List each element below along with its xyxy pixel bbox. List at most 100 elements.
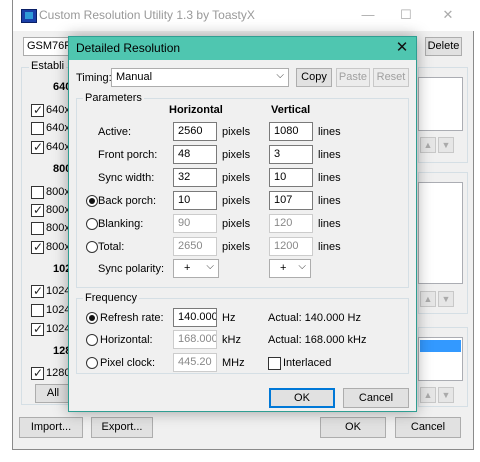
parameter-mode-radio[interactable]	[86, 195, 98, 207]
resolution-label: 1024	[46, 285, 71, 297]
vertical-unit: lines	[318, 126, 341, 138]
horizontal-value-input[interactable]: 2560	[173, 122, 217, 141]
chevron-down-icon: ⌵	[298, 261, 306, 272]
resolution-label: 800x	[46, 241, 70, 253]
chevron-down-icon: ⌵	[206, 261, 214, 272]
horizontal-value-input[interactable]: 2650	[173, 237, 217, 256]
refresh-rate-actual: Actual: 140.000 Hz	[268, 312, 361, 324]
parameter-label: Blanking:	[98, 218, 144, 230]
resolution-checkbox[interactable]	[31, 103, 44, 117]
horizontal-freq-input[interactable]: 168.000	[173, 330, 217, 349]
main-cancel-button[interactable]: Cancel	[395, 417, 461, 438]
resolution-label: 640x	[46, 104, 70, 116]
dialog-cancel-button[interactable]: Cancel	[343, 388, 409, 408]
horizontal-unit: pixels	[222, 218, 251, 230]
move-up-button[interactable]: ▲	[420, 387, 436, 403]
maximize-icon[interactable]: ☐	[391, 4, 421, 26]
detailed-resolution-dialog: Detailed Resolution ✕ Timing: Manual ⌵ C…	[68, 36, 417, 412]
pixel-clock-input[interactable]: 445.20	[173, 353, 217, 372]
horizontal-unit: pixels	[222, 172, 251, 184]
right-list-1[interactable]	[418, 77, 463, 131]
vertical-value-input[interactable]: 120	[269, 214, 313, 233]
pixel-clock-unit: MHz	[222, 357, 245, 369]
timing-label: Timing:	[76, 72, 112, 84]
resolution-label: 640x	[46, 122, 70, 134]
horizontal-value-input[interactable]: 10	[173, 191, 217, 210]
resolution-checkbox[interactable]	[31, 240, 44, 254]
pixel-clock-radio[interactable]	[86, 357, 98, 369]
parameters-group-title: Parameters	[83, 92, 144, 104]
interlaced-checkbox[interactable]	[268, 357, 281, 370]
pixel-clock-label: Pixel clock:	[100, 357, 156, 369]
vertical-value-input[interactable]: 1080	[269, 122, 313, 141]
dialog-ok-button[interactable]: OK	[269, 388, 335, 408]
horizontal-value-input[interactable]: 48	[173, 145, 217, 164]
reset-button[interactable]: Reset	[373, 68, 409, 87]
move-up-button[interactable]: ▲	[420, 137, 436, 153]
horizontal-unit: pixels	[222, 241, 251, 253]
move-down-button[interactable]: ▼	[438, 137, 454, 153]
horizontal-value-input[interactable]: 32	[173, 168, 217, 187]
resolution-checkbox[interactable]	[31, 366, 44, 380]
timing-select-value: Manual	[116, 71, 153, 83]
vertical-value-input[interactable]: 10	[269, 168, 313, 187]
resolution-checkbox[interactable]	[31, 222, 44, 235]
right-list-3[interactable]	[418, 337, 463, 381]
resolution-checkbox[interactable]	[31, 284, 44, 298]
move-down-button[interactable]: ▼	[438, 291, 454, 307]
parameter-label: Front porch:	[98, 149, 158, 161]
resolution-checkbox[interactable]	[31, 322, 44, 336]
dialog-titlebar: Detailed Resolution ✕	[69, 37, 416, 60]
export-button[interactable]: Export...	[91, 417, 153, 438]
timing-select[interactable]: Manual ⌵	[111, 68, 289, 87]
established-group-title: Establi	[29, 60, 67, 72]
selected-list-row[interactable]	[420, 340, 461, 352]
refresh-rate-radio[interactable]	[86, 312, 98, 324]
resolution-checkbox[interactable]	[31, 122, 44, 135]
horizontal-unit: pixels	[222, 149, 251, 161]
main-ok-button[interactable]: OK	[320, 417, 386, 438]
monitor-select[interactable]: GSM76FE	[23, 37, 71, 56]
horizontal-freq-radio[interactable]	[86, 334, 98, 346]
vertical-value-input[interactable]: 1200	[269, 237, 313, 256]
import-button[interactable]: Import...	[19, 417, 83, 438]
resolution-checkbox[interactable]	[31, 203, 44, 217]
parameter-label: Sync width:	[98, 172, 155, 184]
vertical-polarity-select[interactable]: + ⌵	[269, 259, 311, 278]
minimize-icon[interactable]: —	[353, 4, 383, 26]
vertical-unit: lines	[318, 149, 341, 161]
horizontal-polarity-select[interactable]: + ⌵	[173, 259, 219, 278]
vertical-unit: lines	[318, 218, 341, 230]
horizontal-unit: pixels	[222, 126, 251, 138]
parameter-mode-radio[interactable]	[86, 218, 98, 230]
right-list-2[interactable]	[418, 182, 463, 284]
horizontal-polarity-value: +	[184, 262, 191, 274]
frequency-group-title: Frequency	[83, 292, 139, 304]
resolution-checkbox[interactable]	[31, 186, 44, 199]
close-icon[interactable]: ✕	[391, 38, 413, 58]
horizontal-value-input[interactable]: 90	[173, 214, 217, 233]
close-icon[interactable]: ✕	[433, 4, 463, 26]
refresh-rate-label: Refresh rate:	[100, 312, 164, 324]
resolution-checkbox[interactable]	[31, 140, 44, 154]
parameter-mode-radio[interactable]	[86, 241, 98, 253]
resolution-label: 800x	[46, 186, 70, 198]
refresh-rate-input[interactable]: 140.000	[173, 308, 217, 327]
horizontal-freq-actual: Actual: 168.000 kHz	[268, 334, 367, 346]
copy-button[interactable]: Copy	[296, 68, 332, 87]
all-button[interactable]: All	[35, 384, 71, 403]
delete-button[interactable]: Delete	[425, 37, 462, 56]
horizontal-freq-label: Horizontal:	[100, 334, 153, 346]
resolution-checkbox[interactable]	[31, 304, 44, 317]
paste-button[interactable]: Paste	[336, 68, 370, 87]
move-up-button[interactable]: ▲	[420, 291, 436, 307]
parameter-label: Active:	[98, 126, 132, 138]
vertical-value-input[interactable]: 107	[269, 191, 313, 210]
vertical-unit: lines	[318, 241, 341, 253]
vertical-value-input[interactable]: 3	[269, 145, 313, 164]
resolution-label: 1024	[46, 304, 71, 316]
parameter-label: Total:	[98, 241, 125, 253]
interlaced-label: Interlaced	[283, 357, 332, 369]
dialog-title: Detailed Resolution	[76, 41, 181, 55]
move-down-button[interactable]: ▼	[438, 387, 454, 403]
